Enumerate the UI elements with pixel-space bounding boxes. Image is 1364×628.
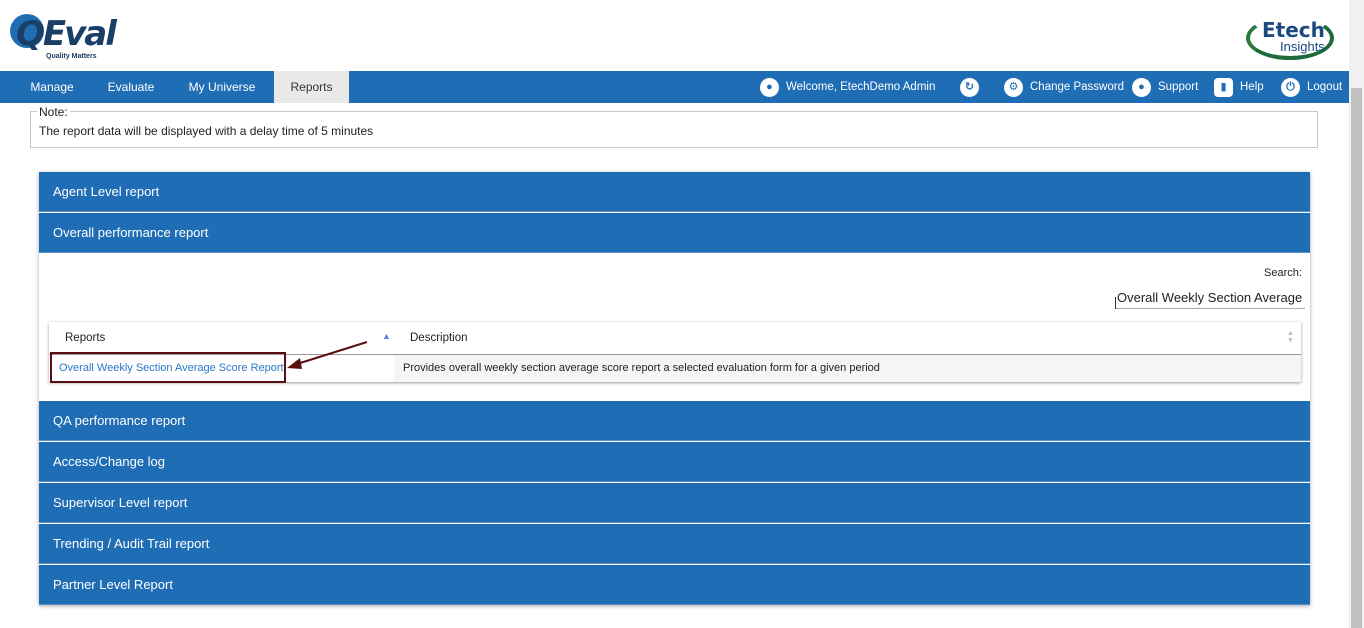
sort-ascending-icon[interactable]: ▲ [382,331,391,341]
nav-evaluate[interactable]: Evaluate [96,71,166,103]
accordion-access-change-log[interactable]: Access/Change log [39,442,1310,482]
table-cell-description: Provides overall weekly section average … [394,355,1301,382]
note-legend: Note: [37,105,70,119]
etech-logo: Etech Insights [1246,12,1338,60]
help-icon: ▮ [1214,77,1233,97]
accordion-trending-audit[interactable]: Trending / Audit Trail report [39,524,1310,564]
etech-logo-sub: Insights [1280,39,1325,54]
nav-my-universe[interactable]: My Universe [180,71,264,103]
table-header: Reports ▲ Description ▲ ▼ [49,322,1301,355]
qeval-logo-text: QEval [16,14,117,54]
highlight-annotation [50,352,286,383]
nav-manage[interactable]: Manage [16,71,88,103]
qeval-tagline: Quality Matters [46,53,97,60]
header: QEval Quality Matters Etech Insights [0,0,1349,71]
text-cursor-icon [1115,297,1116,309]
help-label: Help [1240,81,1264,93]
main-nav: Manage Evaluate My Universe Reports ● We… [0,71,1349,103]
welcome-user: ● Welcome, EtechDemo Admin [760,71,935,103]
change-password-button[interactable]: ⚙ Change Password [1004,71,1124,103]
help-button[interactable]: ▮ Help [1214,71,1264,103]
accordion-partner-level[interactable]: Partner Level Report [39,565,1310,605]
report-description: Provides overall weekly section average … [403,362,880,374]
support-label: Support [1158,81,1199,93]
sort-both-icon[interactable]: ▲ ▼ [1287,330,1294,344]
page-scrollbar[interactable] [1349,0,1364,628]
accordion-supervisor-level[interactable]: Supervisor Level report [39,483,1310,523]
scrollbar-thumb[interactable] [1351,88,1362,628]
accordion-overall-performance[interactable]: Overall performance report [39,213,1310,253]
nav-reports[interactable]: Reports [274,71,349,103]
refresh-icon: ↻ [960,77,979,97]
welcome-text: Welcome, EtechDemo Admin [786,81,936,93]
column-header-description[interactable]: Description [410,322,468,354]
logout-label: Logout [1307,81,1343,93]
logout-button[interactable]: ⏻ Logout [1281,71,1342,103]
qeval-logo[interactable]: QEval Quality Matters [10,12,117,64]
change-password-label: Change Password [1030,81,1124,93]
column-header-reports[interactable]: Reports [65,322,105,354]
power-icon: ⏻ [1281,77,1300,97]
search-label: Search: [1264,267,1302,279]
support-button[interactable]: ● Support [1132,71,1198,103]
support-icon: ● [1132,77,1151,97]
refresh-button[interactable]: ↻ [960,71,986,103]
note-text: The report data will be displayed with a… [39,124,374,138]
accordion-agent-level[interactable]: Agent Level report [39,172,1310,212]
search-input[interactable] [1115,287,1305,309]
gear-icon: ⚙ [1004,77,1023,97]
user-icon: ● [760,77,779,97]
accordion-qa-performance[interactable]: QA performance report [39,401,1310,441]
